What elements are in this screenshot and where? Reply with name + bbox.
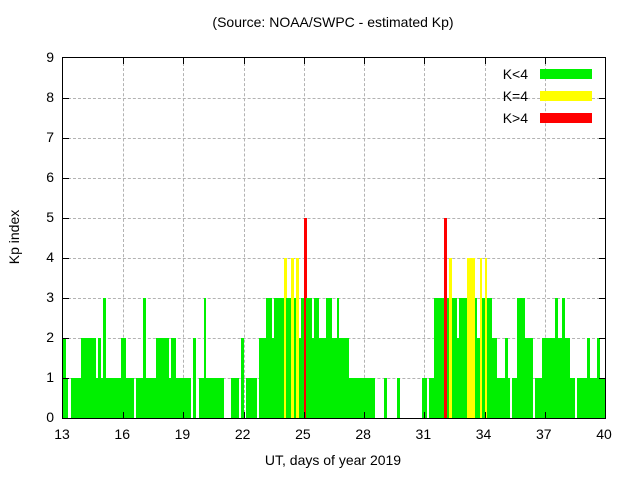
plot-area: K<4 K=4 K>4 — [62, 57, 606, 419]
x-tick-label: 25 — [281, 426, 325, 442]
chart-title: (Source: NOAA/SWPC - estimated Kp) — [62, 14, 604, 30]
x-tick-mark — [123, 58, 124, 64]
kp-bar-low — [530, 338, 533, 418]
x-tick-mark — [244, 58, 245, 64]
x-tick-label: 16 — [100, 426, 144, 442]
y-tick-mark — [599, 338, 605, 339]
legend-swatch — [540, 113, 592, 123]
y-tick-label: 7 — [0, 129, 54, 145]
y-tick-mark — [63, 258, 69, 259]
y-tick-label: 1 — [0, 369, 54, 385]
y-tick-label: 6 — [0, 169, 54, 185]
legend-label: K<4 — [503, 66, 528, 82]
x-tick-mark — [123, 412, 124, 418]
x-tick-mark — [364, 412, 365, 418]
y-tick-mark — [63, 378, 69, 379]
x-tick-mark — [183, 412, 184, 418]
legend-swatch — [540, 91, 592, 101]
x-gridline — [424, 58, 425, 418]
y-tick-mark — [599, 298, 605, 299]
y-tick-mark — [599, 378, 605, 379]
kp-bar-low — [131, 378, 134, 418]
x-axis-label: UT, days of year 2019 — [62, 452, 604, 468]
y-tick-mark — [63, 138, 69, 139]
y-tick-mark — [599, 98, 605, 99]
y-gridline — [63, 258, 605, 259]
x-tick-mark — [424, 58, 425, 64]
y-tick-mark — [63, 338, 69, 339]
kp-bar-low — [602, 378, 605, 418]
y-tick-mark — [599, 218, 605, 219]
y-tick-mark — [599, 138, 605, 139]
x-tick-mark — [545, 412, 546, 418]
y-tick-label: 5 — [0, 209, 54, 225]
x-tick-label: 19 — [160, 426, 204, 442]
x-tick-mark — [244, 412, 245, 418]
y-tick-label: 4 — [0, 249, 54, 265]
y-tick-mark — [63, 98, 69, 99]
y-tick-mark — [63, 218, 69, 219]
x-tick-label: 37 — [522, 426, 566, 442]
kp-bar-low — [188, 378, 191, 418]
x-tick-label: 34 — [462, 426, 506, 442]
legend-row: K>4 — [503, 107, 592, 129]
x-tick-label: 31 — [401, 426, 445, 442]
x-gridline — [364, 58, 365, 418]
x-tick-mark — [424, 412, 425, 418]
y-gridline — [63, 138, 605, 139]
x-tick-label: 22 — [221, 426, 265, 442]
kp-bar-low — [236, 378, 239, 418]
x-tick-label: 13 — [40, 426, 84, 442]
y-tick-label: 8 — [0, 89, 54, 105]
legend-row: K=4 — [503, 85, 592, 107]
legend-label: K=4 — [503, 88, 528, 104]
x-tick-mark — [364, 58, 365, 64]
y-gridline — [63, 218, 605, 219]
y-tick-label: 9 — [0, 49, 54, 65]
kp-bar-low — [221, 378, 224, 418]
x-tick-mark — [304, 58, 305, 64]
kp-bar-low — [507, 378, 510, 418]
kp-bar-low — [384, 378, 387, 418]
kp-bar-low — [572, 378, 575, 418]
legend-row: K<4 — [503, 63, 592, 85]
kp-index-chart: (Source: NOAA/SWPC - estimated Kp) Kp in… — [0, 0, 640, 480]
kp-bar-low — [372, 378, 375, 418]
kp-bar-low — [254, 378, 257, 418]
x-tick-mark — [183, 58, 184, 64]
x-tick-mark — [485, 412, 486, 418]
x-tick-label: 40 — [582, 426, 626, 442]
kp-bar-low — [241, 338, 244, 418]
y-axis-label: Kp index — [6, 137, 22, 337]
x-tick-label: 28 — [341, 426, 385, 442]
legend: K<4 K=4 K>4 — [503, 63, 592, 129]
kp-bar-low — [66, 378, 69, 418]
y-tick-label: 2 — [0, 329, 54, 345]
x-tick-mark — [485, 58, 486, 64]
y-tick-mark — [63, 298, 69, 299]
y-tick-mark — [599, 178, 605, 179]
kp-bar-low — [397, 378, 400, 418]
y-tick-label: 0 — [0, 409, 54, 425]
x-gridline — [183, 58, 184, 418]
y-tick-mark — [599, 258, 605, 259]
y-tick-mark — [63, 178, 69, 179]
legend-swatch — [540, 69, 592, 79]
x-tick-mark — [304, 412, 305, 418]
legend-label: K>4 — [503, 110, 528, 126]
y-tick-label: 3 — [0, 289, 54, 305]
y-gridline — [63, 178, 605, 179]
kp-bar-low — [193, 338, 196, 418]
